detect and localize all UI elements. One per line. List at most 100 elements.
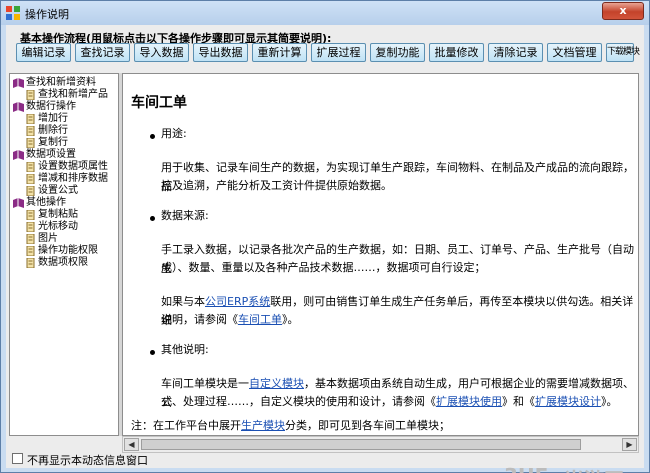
help-content: 车间工单 用途: 用于收集、记录车间生产的数据，为实现订单生产跟踪，车间物料、在…: [122, 73, 639, 436]
tree-item[interactable]: 数据项设置: [13, 149, 76, 161]
tree-item-label: 操作功能权限: [38, 245, 98, 256]
other-line2-end: 》。: [601, 395, 618, 408]
client-area: 基本操作流程(用鼠标点击以下各操作步骤即可显示其简要说明): 编辑记录 查找记录…: [6, 25, 644, 473]
page-icon: [26, 90, 35, 100]
book-icon: [13, 198, 24, 208]
site-watermark: 3HE 当游网: [504, 462, 644, 473]
toolbar-button-docs[interactable]: 文档管理: [547, 43, 602, 62]
page-icon: [26, 114, 35, 124]
tree-item[interactable]: 图片: [25, 233, 58, 245]
toolbar-button-copy[interactable]: 复制功能: [370, 43, 425, 62]
tree-item[interactable]: 数据行操作: [13, 101, 76, 113]
toolbar-button-recalc[interactable]: 重新计算: [252, 43, 307, 62]
dialog-window: 操作说明 x 基本操作流程(用鼠标点击以下各操作步骤即可显示其简要说明): 编辑…: [0, 0, 650, 473]
tree-item[interactable]: 光标移动: [25, 221, 78, 233]
title-bar[interactable]: 操作说明 x: [1, 1, 649, 25]
ref-text-post: 》。: [282, 313, 299, 326]
tree-item[interactable]: 操作功能权限: [25, 245, 98, 257]
close-button[interactable]: x: [602, 2, 644, 20]
erp-text-pre: 如果与本: [161, 295, 205, 308]
tree-item-label: 图片: [38, 233, 58, 244]
page-icon: [26, 222, 35, 232]
bullet-icon: [150, 350, 155, 355]
tree-item[interactable]: 复制粘贴: [25, 209, 78, 221]
extension-design-link[interactable]: 扩展模块设计: [535, 395, 601, 408]
tree-item[interactable]: 查找和新增资料: [13, 77, 96, 89]
page-icon: [26, 162, 35, 172]
toolbar-button-find[interactable]: 查找记录: [75, 43, 130, 62]
tree-item-label: 光标移动: [38, 221, 78, 232]
note-text-post: 分类，即可见到各车间工单模块；: [285, 419, 450, 432]
tree-item-label: 删除行: [38, 125, 68, 136]
work-order-link[interactable]: 车间工单: [238, 313, 282, 326]
book-icon: [13, 150, 24, 160]
tree-item[interactable]: 设置公式: [25, 185, 78, 197]
toolbar-button-batch[interactable]: 批量修改: [429, 43, 484, 62]
toolbar-button-clear[interactable]: 清除记录: [488, 43, 543, 62]
tree-item-label: 设置数据项属性: [38, 161, 108, 172]
tree-item[interactable]: 设置数据项属性: [25, 161, 108, 173]
source-text-line2: 成）、数量、重量以及各种产品技术数据……，数据项可自行设定；: [161, 261, 486, 274]
book-icon: [13, 102, 24, 112]
other-paragraph-line2: 式、处理过程……，自定义模块的使用和设计，请参阅《扩展模块使用》和《扩展模块设计…: [161, 392, 618, 411]
tree-item-label: 其他操作: [26, 197, 66, 208]
dont-show-checkbox[interactable]: [12, 453, 23, 464]
topic-tree[interactable]: 查找和新增资料 查找和新增产品 数据行操作 增加行 删除行 复制行 数据项设置 …: [9, 73, 119, 436]
page-icon: [26, 174, 35, 184]
watermark-brand: 3HE: [504, 464, 548, 473]
close-icon: x: [619, 4, 627, 17]
window-title: 操作说明: [25, 8, 69, 21]
erp-paragraph-line2: 说明，请参阅《车间工单》。: [161, 310, 299, 329]
tree-item-label: 设置公式: [38, 185, 78, 196]
horizontal-scrollbar[interactable]: ◀ ▶: [122, 436, 639, 453]
extension-usage-link[interactable]: 扩展模块使用: [436, 395, 502, 408]
toolbar-button-extend[interactable]: 扩展过程: [311, 43, 366, 62]
tree-item[interactable]: 增减和排序数据: [25, 173, 108, 185]
tree-item[interactable]: 删除行: [25, 125, 68, 137]
tree-item-label: 数据项设置: [26, 149, 76, 160]
book-icon: [13, 78, 24, 88]
tree-item-label: 增加行: [38, 113, 68, 124]
scroll-thumb[interactable]: [141, 439, 581, 450]
tree-item-label: 增减和排序数据: [38, 173, 108, 184]
toolbar-button-import[interactable]: 导入数据: [134, 43, 189, 62]
bullet-icon: [150, 216, 155, 221]
tree-item[interactable]: 其他操作: [13, 197, 66, 209]
note-text-pre: 注：在工作平台中展开: [131, 419, 241, 432]
page-icon: [26, 234, 35, 244]
page-icon: [26, 210, 35, 220]
tree-item-label: 复制粘贴: [38, 209, 78, 220]
app-icon: [6, 6, 20, 20]
content-title: 车间工单: [131, 95, 187, 111]
tree-item[interactable]: 数据项权限: [25, 257, 88, 269]
note-line: 注：在工作平台中展开生产模块分类，即可见到各车间工单模块；: [131, 416, 450, 435]
other-text-pre: 车间工单模块是一: [161, 377, 249, 390]
ref-text-pre: 说明，请参阅《: [161, 313, 238, 326]
page-icon: [26, 246, 35, 256]
page-icon: [26, 186, 35, 196]
bullet-icon: [150, 134, 155, 139]
page-icon: [26, 258, 35, 268]
usage-heading: 用途:: [161, 127, 187, 140]
tree-item-label: 数据行操作: [26, 101, 76, 112]
toolbar-button-edit[interactable]: 编辑记录: [16, 43, 71, 62]
erp-system-link[interactable]: 公司ERP系统: [205, 295, 270, 308]
toolbar-button-download[interactable]: 下载模块: [606, 43, 640, 62]
production-module-link[interactable]: 生产模块: [241, 419, 285, 432]
tree-item-label: 查找和新增资料: [26, 77, 96, 88]
other-line2-mid: 》和《: [502, 395, 535, 408]
scroll-right-icon[interactable]: ▶: [622, 438, 637, 451]
watermark-site: 当游网: [564, 464, 624, 473]
scroll-left-icon[interactable]: ◀: [124, 438, 139, 451]
dont-show-label[interactable]: 不再显示本动态信息窗口: [27, 452, 148, 468]
page-icon: [26, 126, 35, 136]
tree-item[interactable]: 查找和新增产品: [25, 89, 108, 101]
toolbar-button-export[interactable]: 导出数据: [193, 43, 248, 62]
tree-item-label: 复制行: [38, 137, 68, 148]
usage-text-line2: 控及追溯，产能分析及工资计件提供原始数据。: [161, 179, 392, 192]
other-heading: 其他说明:: [161, 343, 209, 356]
custom-module-link[interactable]: 自定义模块: [249, 377, 304, 390]
tree-item[interactable]: 复制行: [25, 137, 68, 149]
tree-item-label: 查找和新增产品: [38, 89, 108, 100]
tree-item[interactable]: 增加行: [25, 113, 68, 125]
